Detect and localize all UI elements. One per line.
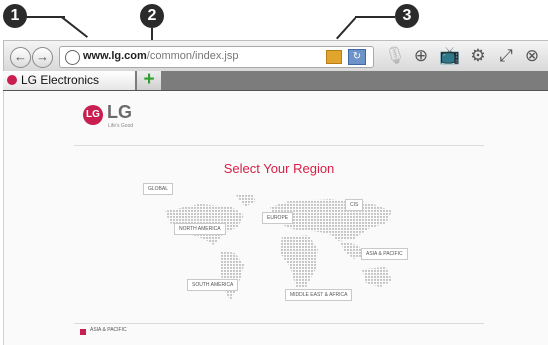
- close-button[interactable]: ⊗: [520, 45, 544, 67]
- callout-3-line: [355, 16, 395, 18]
- region-north-america[interactable]: NORTH AMERICA: [174, 223, 226, 235]
- map-africa: [280, 235, 318, 287]
- zoom-in-button[interactable]: ⊕: [409, 45, 433, 67]
- lg-favicon-icon: [7, 75, 17, 85]
- url-text: www.lg.com/common/index.jsp: [83, 50, 239, 62]
- lg-logo-icon[interactable]: LG: [83, 105, 103, 125]
- fullscreen-button[interactable]: ⤢: [494, 45, 518, 67]
- region-cis[interactable]: CIS: [345, 199, 364, 211]
- microphone-icon: 🎙: [384, 46, 406, 65]
- callout-3-line-diag: [336, 17, 357, 40]
- callout-1: 1: [3, 4, 27, 28]
- bookmark-add-icon: [326, 49, 342, 64]
- flag-icon: [80, 329, 86, 335]
- callout-1-line-diag: [60, 16, 89, 38]
- region-global[interactable]: GLOBAL: [143, 183, 174, 195]
- fullscreen-icon: ⤢: [499, 46, 513, 65]
- refresh-button[interactable]: ↻: [345, 45, 369, 67]
- close-icon: ⊗: [524, 46, 540, 65]
- tab-strip: LG Electronics +: [3, 69, 548, 91]
- tv-icon: 📺: [439, 46, 461, 65]
- globe-icon: [65, 50, 80, 65]
- microphone-button[interactable]: 🎙: [383, 45, 407, 67]
- plus-icon: +: [143, 69, 155, 90]
- zoom-in-icon: ⊕: [413, 46, 429, 65]
- logo-tagline: Life's Good: [108, 123, 134, 129]
- refresh-icon: ↻: [348, 48, 366, 65]
- callout-3: 3: [395, 4, 419, 28]
- back-arrow-icon: ←: [14, 49, 27, 64]
- back-button[interactable]: ←: [10, 47, 31, 68]
- footer-region-link[interactable]: ASIA & PACIFIC: [90, 327, 127, 333]
- tab-title: LG Electronics: [21, 73, 100, 87]
- tv-button[interactable]: 📺: [438, 45, 462, 67]
- forward-arrow-icon: →: [36, 49, 49, 64]
- new-tab-button[interactable]: +: [137, 69, 161, 90]
- bookmark-add-button[interactable]: [322, 45, 346, 67]
- map-south-america: [220, 251, 244, 301]
- settings-icon: ⚙: [470, 46, 486, 65]
- callout-2: 2: [140, 4, 164, 28]
- region-middle-east-africa[interactable]: MIDDLE EAST & AFRICA: [285, 289, 353, 301]
- map-australia: [362, 267, 392, 287]
- web-page: LG LG Life's Good Select Your Region GLO…: [3, 91, 548, 345]
- region-asia-pacific[interactable]: ASIA & PACIFIC: [361, 248, 408, 260]
- page-title: Select Your Region: [223, 161, 335, 176]
- region-europe[interactable]: EUROPE: [262, 212, 294, 224]
- callout-1-line: [25, 16, 65, 18]
- forward-button[interactable]: →: [32, 47, 53, 68]
- divider-bottom: [74, 323, 484, 324]
- tab-lg-electronics[interactable]: LG Electronics: [3, 71, 135, 90]
- region-south-america[interactable]: SOUTH AMERICA: [187, 279, 239, 291]
- browser-toolbar: ← → www.lg.com/common/index.jsp ↻ 🎙 ⊕ 📺 …: [3, 40, 548, 72]
- logo-text[interactable]: LG: [107, 102, 132, 123]
- divider: [74, 145, 484, 146]
- map-greenland: [236, 194, 256, 207]
- settings-button[interactable]: ⚙: [466, 45, 490, 67]
